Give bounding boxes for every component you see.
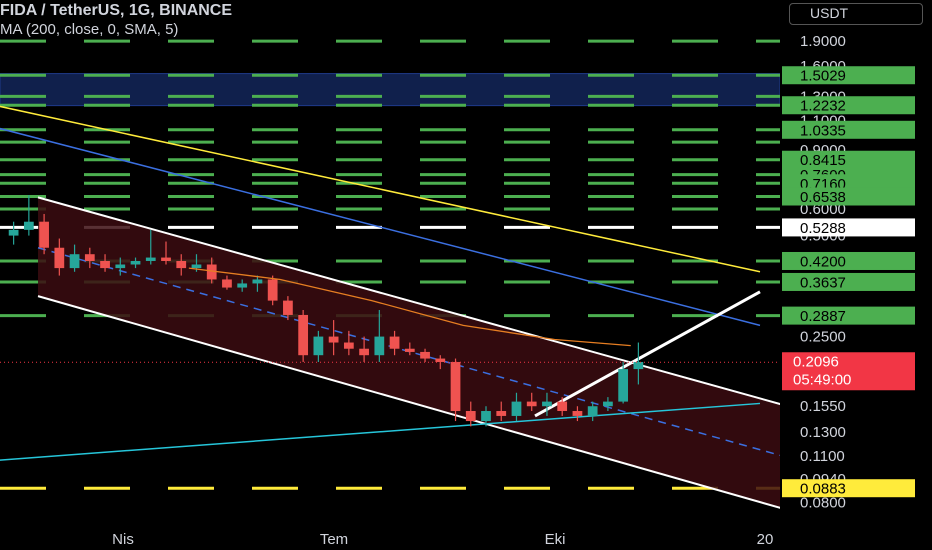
candle-body [161, 257, 171, 261]
candle-body [39, 221, 49, 248]
level-tag-label: 0.0883 [800, 481, 846, 498]
symbol-title[interactable]: FIDA / TetherUS, 1G, BINANCE [0, 2, 232, 20]
supply-zone [0, 73, 781, 107]
candle-body [313, 336, 324, 356]
x-tick-label: Eki [545, 531, 566, 548]
candle-body [23, 221, 34, 230]
candle-body [267, 279, 278, 301]
candle-body [359, 348, 369, 356]
candle-body [145, 257, 156, 261]
y-tick-label: 0.2500 [800, 329, 846, 346]
candle-body [54, 247, 65, 269]
indicator-label[interactable]: MA (200, close, 0, SMA, 5) [0, 21, 178, 38]
candle-body [603, 401, 613, 407]
candle-body [526, 401, 537, 407]
x-tick-label: 20 [757, 531, 774, 548]
candle-body [283, 300, 293, 315]
candle-body [130, 260, 141, 265]
candle-body [191, 264, 202, 269]
candle-body [450, 361, 461, 412]
candle-body [176, 260, 187, 269]
candle-body [237, 283, 248, 288]
candle-body [542, 401, 552, 407]
candle-body [481, 411, 491, 422]
x-tick-label: Nis [112, 531, 134, 548]
candle-body [84, 254, 95, 261]
candle-body [420, 351, 430, 359]
level-tag-label: 1.0335 [800, 122, 846, 139]
price-chart[interactable]: 1.90001.60001.30001.10000.90000.60000.50… [0, 0, 932, 550]
level-tag-label: 0.4200 [800, 253, 846, 270]
zone-rect [0, 73, 781, 107]
y-tick-label: 0.1550 [800, 398, 846, 415]
candle-body [252, 279, 263, 284]
level-tag-label: 1.2232 [800, 98, 846, 115]
level-tag-label: 1.5029 [800, 68, 846, 85]
candle-body [100, 260, 110, 269]
candle-body [343, 342, 354, 349]
level-tag-label: 0.6538 [800, 189, 846, 206]
last-price-tag: 0.2096 05:49:00 [782, 352, 915, 391]
countdown-value: 05:49:00 [793, 371, 851, 388]
x-tick-label: Tem [320, 531, 348, 548]
candle-body [572, 411, 583, 416]
level-tag-label: 0.3637 [800, 274, 846, 291]
y-tick-label: 1.9000 [800, 33, 846, 50]
candle-body [115, 264, 126, 269]
last-price-value: 0.2096 [793, 353, 839, 370]
candle-body [496, 411, 507, 416]
candle-body [618, 369, 629, 402]
level-tag-label: 0.2887 [800, 308, 846, 325]
y-tick-label: 0.1100 [800, 448, 845, 465]
currency-button[interactable]: USDT [789, 3, 923, 25]
candle-body [389, 336, 400, 349]
candle-body [8, 229, 19, 236]
level-tag-label: 0.5288 [800, 220, 846, 237]
candle-body [587, 406, 598, 416]
candle-body [557, 401, 568, 412]
y-tick-label: 0.1300 [800, 424, 846, 441]
candle-body [435, 358, 446, 362]
candle-body [633, 361, 644, 370]
candle-body [404, 348, 415, 352]
candle-body [465, 411, 476, 422]
candle-body [222, 279, 232, 288]
candle-body [374, 336, 385, 356]
candle-body [328, 336, 339, 343]
candle-body [511, 401, 522, 416]
candle-body [69, 254, 80, 269]
candle-body [298, 314, 309, 356]
